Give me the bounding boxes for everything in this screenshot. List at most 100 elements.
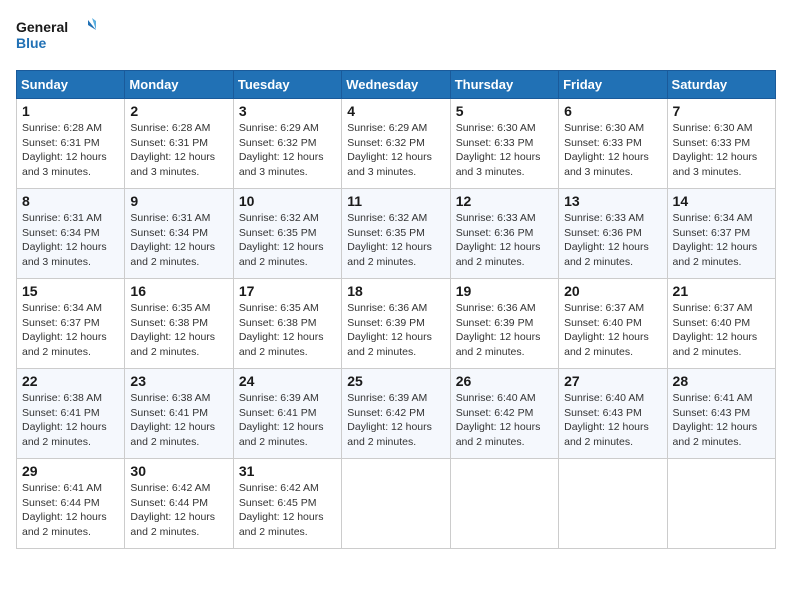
day-number: 23 bbox=[130, 373, 227, 389]
calendar-cell: 15 Sunrise: 6:34 AMSunset: 6:37 PMDayligh… bbox=[17, 279, 125, 369]
day-info: Sunrise: 6:42 AMSunset: 6:45 PMDaylight:… bbox=[239, 481, 336, 540]
calendar-cell: 13 Sunrise: 6:33 AMSunset: 6:36 PMDayligh… bbox=[559, 189, 667, 279]
day-number: 20 bbox=[564, 283, 661, 299]
calendar-table: SundayMondayTuesdayWednesdayThursdayFrid… bbox=[16, 70, 776, 549]
day-info: Sunrise: 6:32 AMSunset: 6:35 PMDaylight:… bbox=[347, 211, 444, 270]
day-number: 10 bbox=[239, 193, 336, 209]
column-header-tuesday: Tuesday bbox=[233, 71, 341, 99]
calendar-cell: 30Sunrise: 6:42 AMSunset: 6:44 PMDayligh… bbox=[125, 459, 233, 549]
day-number: 17 bbox=[239, 283, 336, 299]
calendar-cell: 23 Sunrise: 6:38 AMSunset: 6:41 PMDayligh… bbox=[125, 369, 233, 459]
day-number: 4 bbox=[347, 103, 444, 119]
calendar-cell bbox=[450, 459, 558, 549]
calendar-week-1: 1 Sunrise: 6:28 AMSunset: 6:31 PMDaylight… bbox=[17, 99, 776, 189]
day-info: Sunrise: 6:41 AMSunset: 6:43 PMDaylight:… bbox=[673, 391, 770, 450]
calendar-cell: 2 Sunrise: 6:28 AMSunset: 6:31 PMDaylight… bbox=[125, 99, 233, 189]
day-number: 21 bbox=[673, 283, 770, 299]
day-number: 5 bbox=[456, 103, 553, 119]
calendar-cell: 25 Sunrise: 6:39 AMSunset: 6:42 PMDayligh… bbox=[342, 369, 450, 459]
day-info: Sunrise: 6:36 AMSunset: 6:39 PMDaylight:… bbox=[347, 301, 444, 360]
calendar-week-2: 8Sunrise: 6:31 AMSunset: 6:34 PMDaylight… bbox=[17, 189, 776, 279]
day-number: 31 bbox=[239, 463, 336, 479]
calendar-cell: 8Sunrise: 6:31 AMSunset: 6:34 PMDaylight… bbox=[17, 189, 125, 279]
day-info: Sunrise: 6:29 AMSunset: 6:32 PMDaylight:… bbox=[239, 121, 336, 180]
calendar-cell: 26 Sunrise: 6:40 AMSunset: 6:42 PMDayligh… bbox=[450, 369, 558, 459]
day-info: Sunrise: 6:36 AMSunset: 6:39 PMDaylight:… bbox=[456, 301, 553, 360]
day-number: 13 bbox=[564, 193, 661, 209]
calendar-week-4: 22Sunrise: 6:38 AMSunset: 6:41 PMDayligh… bbox=[17, 369, 776, 459]
day-info: Sunrise: 6:34 AMSunset: 6:37 PMDaylight:… bbox=[22, 301, 119, 360]
calendar-week-5: 29Sunrise: 6:41 AMSunset: 6:44 PMDayligh… bbox=[17, 459, 776, 549]
day-number: 16 bbox=[130, 283, 227, 299]
calendar-week-3: 15 Sunrise: 6:34 AMSunset: 6:37 PMDayligh… bbox=[17, 279, 776, 369]
calendar-cell: 19 Sunrise: 6:36 AMSunset: 6:39 PMDayligh… bbox=[450, 279, 558, 369]
calendar-cell: 7 Sunrise: 6:30 AMSunset: 6:33 PMDaylight… bbox=[667, 99, 775, 189]
calendar-cell: 1 Sunrise: 6:28 AMSunset: 6:31 PMDaylight… bbox=[17, 99, 125, 189]
column-header-thursday: Thursday bbox=[450, 71, 558, 99]
column-header-friday: Friday bbox=[559, 71, 667, 99]
day-info: Sunrise: 6:40 AMSunset: 6:42 PMDaylight:… bbox=[456, 391, 553, 450]
calendar-cell: 24Sunrise: 6:39 AMSunset: 6:41 PMDayligh… bbox=[233, 369, 341, 459]
day-number: 27 bbox=[564, 373, 661, 389]
day-info: Sunrise: 6:31 AMSunset: 6:34 PMDaylight:… bbox=[22, 211, 119, 270]
calendar-cell: 11 Sunrise: 6:32 AMSunset: 6:35 PMDayligh… bbox=[342, 189, 450, 279]
day-info: Sunrise: 6:29 AMSunset: 6:32 PMDaylight:… bbox=[347, 121, 444, 180]
calendar-cell: 27 Sunrise: 6:40 AMSunset: 6:43 PMDayligh… bbox=[559, 369, 667, 459]
calendar-cell: 18 Sunrise: 6:36 AMSunset: 6:39 PMDayligh… bbox=[342, 279, 450, 369]
svg-text:Blue: Blue bbox=[16, 35, 47, 51]
day-number: 15 bbox=[22, 283, 119, 299]
day-info: Sunrise: 6:39 AMSunset: 6:42 PMDaylight:… bbox=[347, 391, 444, 450]
column-header-monday: Monday bbox=[125, 71, 233, 99]
calendar-cell: 22Sunrise: 6:38 AMSunset: 6:41 PMDayligh… bbox=[17, 369, 125, 459]
calendar-cell: 29Sunrise: 6:41 AMSunset: 6:44 PMDayligh… bbox=[17, 459, 125, 549]
day-info: Sunrise: 6:30 AMSunset: 6:33 PMDaylight:… bbox=[564, 121, 661, 180]
day-number: 7 bbox=[673, 103, 770, 119]
calendar-header-row: SundayMondayTuesdayWednesdayThursdayFrid… bbox=[17, 71, 776, 99]
day-info: Sunrise: 6:28 AMSunset: 6:31 PMDaylight:… bbox=[22, 121, 119, 180]
day-info: Sunrise: 6:35 AMSunset: 6:38 PMDaylight:… bbox=[239, 301, 336, 360]
day-info: Sunrise: 6:42 AMSunset: 6:44 PMDaylight:… bbox=[130, 481, 227, 540]
calendar-cell: 6Sunrise: 6:30 AMSunset: 6:33 PMDaylight… bbox=[559, 99, 667, 189]
calendar-cell: 31 Sunrise: 6:42 AMSunset: 6:45 PMDayligh… bbox=[233, 459, 341, 549]
day-number: 19 bbox=[456, 283, 553, 299]
calendar-cell: 14 Sunrise: 6:34 AMSunset: 6:37 PMDayligh… bbox=[667, 189, 775, 279]
day-info: Sunrise: 6:28 AMSunset: 6:31 PMDaylight:… bbox=[130, 121, 227, 180]
day-number: 3 bbox=[239, 103, 336, 119]
day-number: 14 bbox=[673, 193, 770, 209]
page-header: General Blue bbox=[16, 16, 776, 58]
day-number: 11 bbox=[347, 193, 444, 209]
day-info: Sunrise: 6:38 AMSunset: 6:41 PMDaylight:… bbox=[130, 391, 227, 450]
calendar-cell bbox=[667, 459, 775, 549]
day-number: 1 bbox=[22, 103, 119, 119]
day-info: Sunrise: 6:35 AMSunset: 6:38 PMDaylight:… bbox=[130, 301, 227, 360]
calendar-cell: 10 Sunrise: 6:32 AMSunset: 6:35 PMDayligh… bbox=[233, 189, 341, 279]
day-number: 9 bbox=[130, 193, 227, 209]
day-info: Sunrise: 6:33 AMSunset: 6:36 PMDaylight:… bbox=[564, 211, 661, 270]
calendar-cell bbox=[559, 459, 667, 549]
calendar-cell bbox=[342, 459, 450, 549]
day-info: Sunrise: 6:38 AMSunset: 6:41 PMDaylight:… bbox=[22, 391, 119, 450]
calendar-cell: 4 Sunrise: 6:29 AMSunset: 6:32 PMDaylight… bbox=[342, 99, 450, 189]
day-info: Sunrise: 6:32 AMSunset: 6:35 PMDaylight:… bbox=[239, 211, 336, 270]
calendar-cell: 17 Sunrise: 6:35 AMSunset: 6:38 PMDayligh… bbox=[233, 279, 341, 369]
calendar-cell: 9Sunrise: 6:31 AMSunset: 6:34 PMDaylight… bbox=[125, 189, 233, 279]
day-info: Sunrise: 6:40 AMSunset: 6:43 PMDaylight:… bbox=[564, 391, 661, 450]
day-number: 26 bbox=[456, 373, 553, 389]
day-info: Sunrise: 6:33 AMSunset: 6:36 PMDaylight:… bbox=[456, 211, 553, 270]
day-info: Sunrise: 6:37 AMSunset: 6:40 PMDaylight:… bbox=[673, 301, 770, 360]
day-info: Sunrise: 6:34 AMSunset: 6:37 PMDaylight:… bbox=[673, 211, 770, 270]
day-number: 18 bbox=[347, 283, 444, 299]
day-info: Sunrise: 6:30 AMSunset: 6:33 PMDaylight:… bbox=[456, 121, 553, 180]
day-number: 24 bbox=[239, 373, 336, 389]
day-number: 12 bbox=[456, 193, 553, 209]
day-number: 2 bbox=[130, 103, 227, 119]
calendar-cell: 28Sunrise: 6:41 AMSunset: 6:43 PMDayligh… bbox=[667, 369, 775, 459]
column-header-sunday: Sunday bbox=[17, 71, 125, 99]
calendar-cell: 20 Sunrise: 6:37 AMSunset: 6:40 PMDayligh… bbox=[559, 279, 667, 369]
day-number: 25 bbox=[347, 373, 444, 389]
day-info: Sunrise: 6:37 AMSunset: 6:40 PMDaylight:… bbox=[564, 301, 661, 360]
logo-svg: General Blue bbox=[16, 16, 96, 58]
calendar-cell: 5 Sunrise: 6:30 AMSunset: 6:33 PMDaylight… bbox=[450, 99, 558, 189]
day-info: Sunrise: 6:30 AMSunset: 6:33 PMDaylight:… bbox=[673, 121, 770, 180]
calendar-cell: 3 Sunrise: 6:29 AMSunset: 6:32 PMDaylight… bbox=[233, 99, 341, 189]
